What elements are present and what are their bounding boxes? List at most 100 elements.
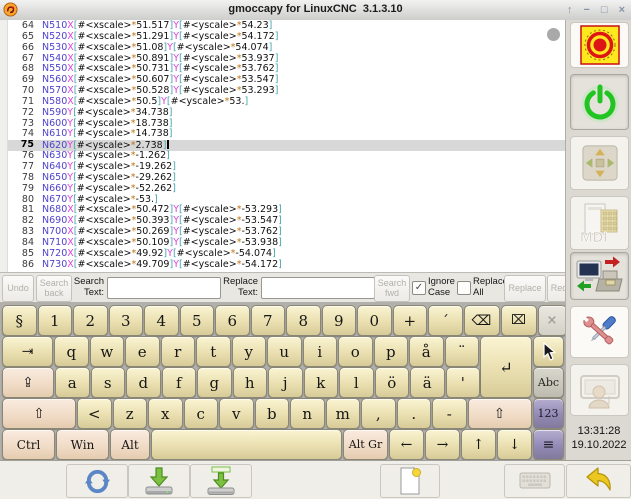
key-9[interactable]: 9 <box>322 305 357 336</box>
key-ctrl[interactable]: Ctrl <box>2 429 55 460</box>
close-icon[interactable]: × <box>619 2 625 18</box>
estop-button[interactable] <box>570 22 629 68</box>
key-i[interactable]: i <box>303 336 338 367</box>
search-text-input[interactable] <box>107 277 221 299</box>
key-å[interactable]: å <box>409 336 444 367</box>
key-space[interactable] <box>151 429 342 460</box>
key-caps-lock[interactable]: ⇪ <box>2 367 54 398</box>
key-diaeresis[interactable]: ¨ <box>445 336 480 367</box>
key-arrow-up[interactable]: ↑ <box>461 429 496 460</box>
auto-mode-button[interactable] <box>570 252 629 300</box>
key-0[interactable]: 0 <box>357 305 392 336</box>
code-line[interactable]: 86N730X[#<xscale>*49.709]Y[#<yscale>*-54… <box>8 260 565 271</box>
key-delete[interactable]: ⌧ <box>501 305 537 336</box>
clock-date: 19.10.2022 <box>566 438 631 452</box>
key-t[interactable]: t <box>196 336 231 367</box>
key-enter[interactable]: ↵ <box>480 336 532 398</box>
reload-button[interactable] <box>66 464 128 498</box>
save-button[interactable] <box>128 464 190 498</box>
new-file-button[interactable] <box>380 464 440 498</box>
key-alt-gr[interactable]: Alt Gr <box>343 429 388 460</box>
key-apostrophe[interactable]: ' <box>446 367 481 398</box>
key-p[interactable]: p <box>374 336 409 367</box>
key-m[interactable]: m <box>326 398 361 429</box>
user-button[interactable] <box>570 364 629 416</box>
key-8[interactable]: 8 <box>286 305 321 336</box>
key-d[interactable]: d <box>126 367 161 398</box>
key-x[interactable]: x <box>148 398 183 429</box>
key-alt[interactable]: Alt <box>110 429 150 460</box>
key-g[interactable]: g <box>197 367 232 398</box>
key-shift-right[interactable]: ⇧ <box>468 398 532 429</box>
key-h[interactable]: h <box>233 367 268 398</box>
maximize-icon[interactable]: □ <box>601 2 608 18</box>
key-abc-layout[interactable]: Abc <box>533 367 564 398</box>
key-2[interactable]: 2 <box>73 305 108 336</box>
key-a[interactable]: a <box>55 367 90 398</box>
key-acute[interactable]: ´ <box>428 305 463 336</box>
key-shift-left[interactable]: ⇧ <box>2 398 76 429</box>
key-6[interactable]: 6 <box>215 305 250 336</box>
key-ö[interactable]: ö <box>375 367 410 398</box>
undo-button[interactable]: Undo <box>2 275 34 302</box>
key-e[interactable]: e <box>125 336 160 367</box>
key-minus[interactable]: - <box>432 398 467 429</box>
key-arrow-left[interactable]: ← <box>389 429 424 460</box>
key-v[interactable]: v <box>219 398 254 429</box>
key-less-than[interactable]: < <box>77 398 112 429</box>
manual-mode-button[interactable] <box>570 136 629 190</box>
save-as-button[interactable] <box>190 464 252 498</box>
search-back-button[interactable]: Search back <box>36 275 72 302</box>
mdi-mode-button[interactable]: MDI <box>570 196 629 250</box>
key-pointer[interactable] <box>533 336 564 367</box>
code-line[interactable]: 74N610Y[#<yscale>*14.738] <box>8 129 565 140</box>
key-arrow-right[interactable]: → <box>425 429 460 460</box>
replace-text-input[interactable] <box>261 277 375 299</box>
key-layout-menu[interactable]: ≡ <box>533 429 564 460</box>
gcode-editor[interactable]: 64N510X[#<xscale>*51.517]Y[#<yscale>*54.… <box>0 20 565 272</box>
key-s[interactable]: s <box>91 367 126 398</box>
power-button[interactable] <box>570 74 629 130</box>
back-button[interactable] <box>566 464 631 498</box>
key-z[interactable]: z <box>113 398 148 429</box>
key-tab[interactable]: ⇥ <box>2 336 53 367</box>
key-1[interactable]: 1 <box>38 305 73 336</box>
key-q[interactable]: q <box>54 336 89 367</box>
key-comma[interactable]: , <box>361 398 396 429</box>
replace-all-checkbox[interactable] <box>457 281 471 295</box>
key-arrow-down[interactable]: ↓ <box>497 429 532 460</box>
key-l[interactable]: l <box>339 367 374 398</box>
key-backspace[interactable]: ⌫ <box>464 305 500 336</box>
key-close-keyboard[interactable]: × <box>538 305 567 336</box>
key-f[interactable]: f <box>162 367 197 398</box>
key-numeric-layout[interactable]: 123 <box>533 398 564 429</box>
key-plus[interactable]: + <box>393 305 428 336</box>
key-4[interactable]: 4 <box>144 305 179 336</box>
title-bar[interactable]: gmoccapy for LinuxCNC 3.1.3.10 ↑ − □ × <box>0 0 631 21</box>
rollup-icon[interactable]: ↑ <box>567 2 573 18</box>
key-u[interactable]: u <box>267 336 302 367</box>
key-period[interactable]: . <box>397 398 432 429</box>
key-b[interactable]: b <box>255 398 290 429</box>
key-c[interactable]: c <box>184 398 219 429</box>
key-n[interactable]: n <box>290 398 325 429</box>
key-r[interactable]: r <box>161 336 196 367</box>
key-win[interactable]: Win <box>56 429 109 460</box>
key-j[interactable]: j <box>268 367 303 398</box>
key-3[interactable]: 3 <box>109 305 144 336</box>
key-ä[interactable]: ä <box>410 367 445 398</box>
key-o[interactable]: o <box>338 336 373 367</box>
ignore-case-checkbox[interactable]: ✓ <box>412 281 426 295</box>
minimize-icon[interactable]: − <box>583 2 589 18</box>
key-k[interactable]: k <box>304 367 339 398</box>
key-y[interactable]: y <box>232 336 267 367</box>
key-5[interactable]: 5 <box>180 305 215 336</box>
settings-button[interactable] <box>570 306 629 358</box>
key-section[interactable]: § <box>2 305 37 336</box>
scrollbar-thumb[interactable] <box>547 28 560 41</box>
search-fwd-button[interactable]: Search fwd <box>374 275 410 302</box>
key-w[interactable]: w <box>90 336 125 367</box>
replace-button[interactable]: Replace <box>504 275 546 302</box>
keyboard-toggle-button[interactable] <box>504 464 565 498</box>
key-7[interactable]: 7 <box>251 305 286 336</box>
